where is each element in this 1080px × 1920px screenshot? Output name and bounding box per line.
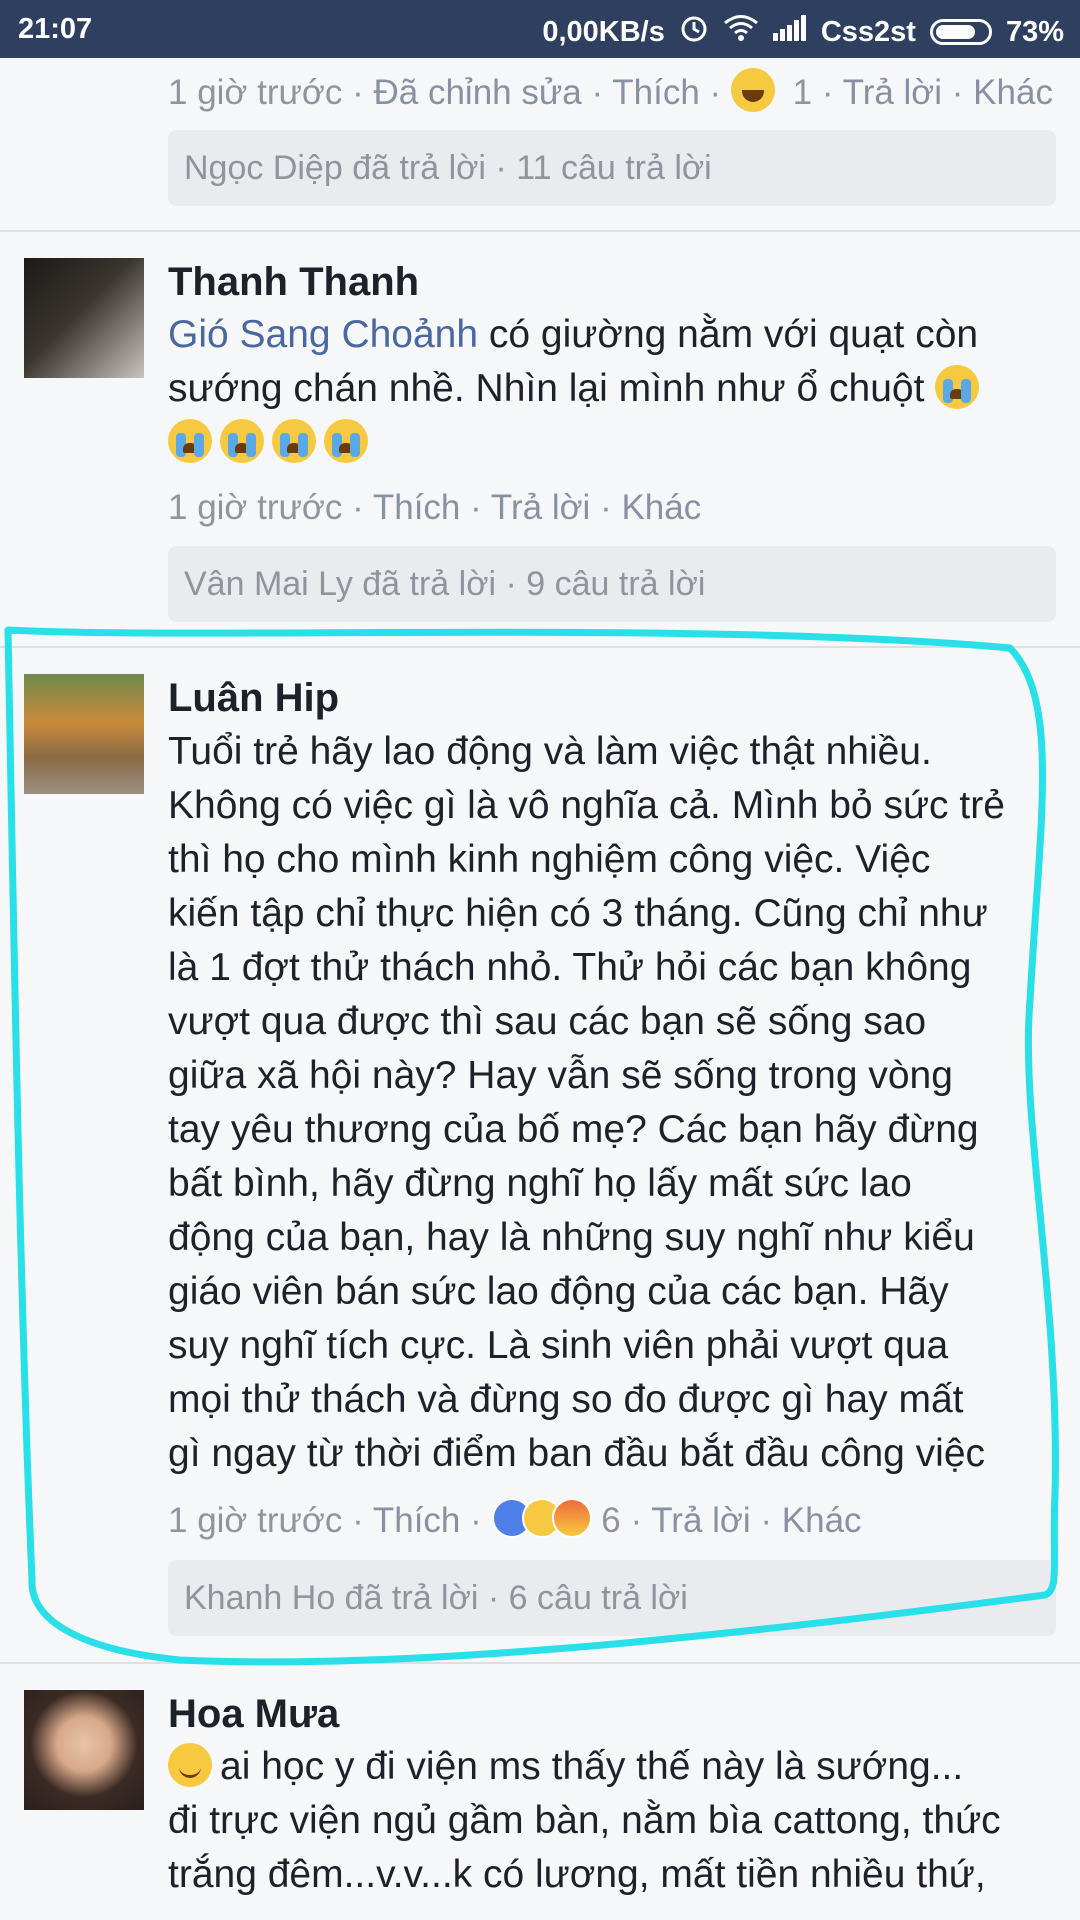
crying-emoji-icon bbox=[272, 419, 316, 463]
avatar[interactable] bbox=[24, 258, 144, 378]
comment-meta: 1 giờ trước · Thích · Trả lời · Khác bbox=[168, 488, 702, 527]
reply-button[interactable]: Trả lời bbox=[491, 488, 590, 527]
carrier-name: Css2st bbox=[820, 15, 916, 48]
alarm-icon bbox=[679, 13, 709, 51]
comment-meta: 1 giờ trước · Thích · 6 · Trả lời · Khác bbox=[168, 1498, 862, 1541]
crying-emoji-icon bbox=[935, 365, 980, 409]
comment-divider bbox=[0, 1662, 1080, 1664]
like-button[interactable]: Thích bbox=[373, 488, 461, 527]
reaction-count[interactable]: 6 bbox=[601, 1501, 620, 1540]
angry-reaction-icon[interactable] bbox=[551, 1498, 592, 1538]
avatar[interactable] bbox=[24, 674, 144, 794]
more-button[interactable]: Khác bbox=[621, 488, 701, 527]
reply-button[interactable]: Trả lời bbox=[651, 1501, 750, 1540]
haha-reaction-icon[interactable] bbox=[730, 68, 775, 112]
comment-author[interactable]: Luân Hip bbox=[168, 676, 339, 721]
smile-emoji-icon bbox=[168, 1743, 212, 1787]
view-replies-button[interactable]: Khanh Ho đã trả lời · 6 câu trả lời bbox=[168, 1560, 1056, 1636]
comment-author[interactable]: Thanh Thanh bbox=[168, 260, 419, 305]
more-button[interactable]: Khác bbox=[973, 73, 1053, 112]
comment-text: Tuổi trẻ hãy lao động và làm việc thật n… bbox=[168, 730, 1005, 1475]
network-speed: 0,00KB/s bbox=[542, 15, 665, 48]
reaction-count[interactable]: 1 bbox=[793, 73, 812, 112]
more-button[interactable]: Khác bbox=[782, 1501, 862, 1540]
status-bar: 21:07 0,00KB/s Css2st 73% bbox=[0, 0, 1080, 58]
comment-meta: 1 giờ trước · Đã chỉnh sửa · Thích · 1 ·… bbox=[168, 68, 1053, 113]
comment-text: ai học y đi viện ms thấy thế này là sướn… bbox=[168, 1743, 1001, 1896]
comment-text: Gió Sang Choảnh có giường nằm với quạt c… bbox=[168, 308, 1068, 470]
reply-button[interactable]: Trả lời bbox=[843, 73, 942, 112]
wifi-icon bbox=[723, 14, 759, 50]
edited-link[interactable]: Đã chỉnh sửa bbox=[374, 73, 582, 112]
battery-icon bbox=[929, 19, 992, 45]
crying-emoji-icon bbox=[324, 419, 368, 463]
clock: 21:07 bbox=[18, 13, 93, 45]
like-button[interactable]: Thích bbox=[373, 1501, 461, 1540]
crying-emoji-icon bbox=[168, 419, 212, 463]
view-replies-button[interactable]: Vân Mai Ly đã trả lời · 9 câu trả lời bbox=[168, 546, 1056, 622]
comment-divider bbox=[0, 230, 1080, 232]
like-button[interactable]: Thích bbox=[612, 73, 700, 112]
view-replies-button[interactable]: Ngọc Diệp đã trả lời · 11 câu trả lời bbox=[168, 130, 1056, 206]
battery-level: 73% bbox=[1005, 15, 1064, 48]
mention-link[interactable]: Gió Sang Choảnh bbox=[168, 313, 478, 356]
crying-emoji-icon bbox=[220, 419, 264, 463]
signal-icon bbox=[772, 15, 807, 49]
avatar[interactable] bbox=[24, 1690, 144, 1810]
comment-divider bbox=[0, 646, 1080, 648]
comment-author[interactable]: Hoa Mưa bbox=[168, 1692, 339, 1737]
